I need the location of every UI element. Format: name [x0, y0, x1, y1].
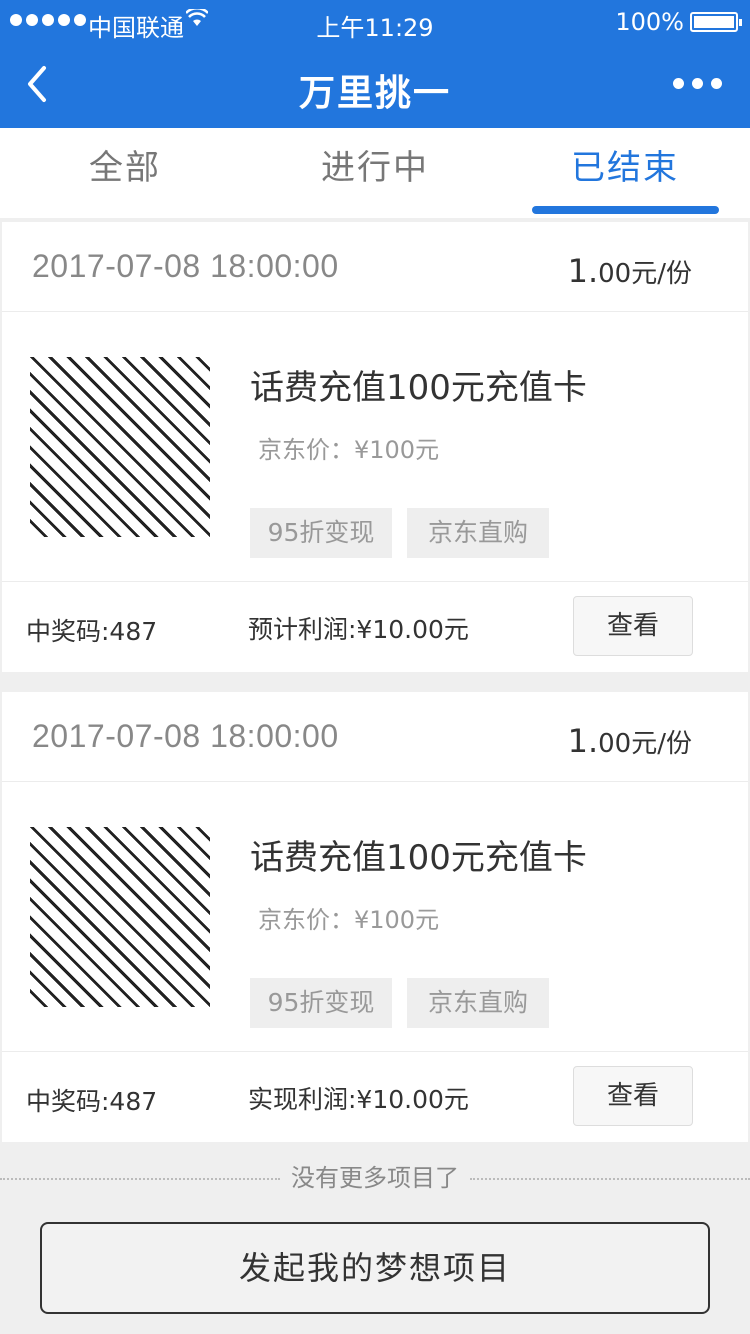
- card-body: 话费充值100元充值卡 京东价：¥100元 95折变现 京东直购: [2, 782, 748, 1052]
- product-name: 话费充值100元充值卡: [250, 838, 587, 878]
- project-card[interactable]: 2017-07-08 18:00:00 1.00元/份 话费充值100元充值卡 …: [2, 222, 748, 672]
- card-body: 话费充值100元充值卡 京东价：¥100元 95折变现 京东直购: [2, 312, 748, 582]
- card-price: 1.00元/份: [567, 252, 692, 290]
- winning-code: 中奖码:487: [26, 1087, 158, 1116]
- tag-discount: 95折变现: [250, 978, 392, 1028]
- profit-text: 预计利润:¥10.00元: [248, 615, 469, 644]
- status-bar: 中国联通 上午11:29 100%: [0, 0, 750, 44]
- view-button[interactable]: 查看: [573, 1066, 693, 1126]
- tab-all[interactable]: 全部: [0, 128, 250, 218]
- filter-tabs: 全部 进行中 已结束: [0, 128, 750, 218]
- view-button[interactable]: 查看: [573, 596, 693, 656]
- card-footer: 中奖码:487 实现利润:¥10.00元 查看: [2, 1052, 748, 1142]
- battery-icon: [690, 12, 742, 32]
- card-footer: 中奖码:487 预计利润:¥10.00元 查看: [2, 582, 748, 672]
- card-date: 2017-07-08 18:00:00: [32, 718, 339, 754]
- profit-text: 实现利润:¥10.00元: [248, 1085, 469, 1114]
- project-card[interactable]: 2017-07-08 18:00:00 1.00元/份 话费充值100元充值卡 …: [2, 692, 748, 1142]
- card-date: 2017-07-08 18:00:00: [32, 248, 339, 284]
- tag-direct-buy: 京东直购: [407, 508, 549, 558]
- product-image: [30, 357, 210, 537]
- dot-icon: [692, 78, 703, 89]
- battery-percentage: 100%: [615, 8, 684, 36]
- tab-ended[interactable]: 已结束: [500, 128, 750, 218]
- no-more-items-text: 没有更多项目了: [0, 1158, 750, 1198]
- tag-direct-buy: 京东直购: [407, 978, 549, 1028]
- jd-price: 京东价：¥100元: [258, 436, 440, 464]
- top-bar: 中国联通 上午11:29 100% 万里挑一: [0, 0, 750, 128]
- card-header: 2017-07-08 18:00:00 1.00元/份: [2, 692, 748, 782]
- product-image: [30, 827, 210, 1007]
- tag-discount: 95折变现: [250, 508, 392, 558]
- navigation-bar: 万里挑一: [0, 44, 750, 128]
- winning-code: 中奖码:487: [26, 617, 158, 646]
- launch-dream-project-button[interactable]: 发起我的梦想项目: [40, 1222, 710, 1314]
- card-price: 1.00元/份: [567, 722, 692, 760]
- product-name: 话费充值100元充值卡: [250, 368, 587, 408]
- dot-icon: [673, 78, 684, 89]
- card-header: 2017-07-08 18:00:00 1.00元/份: [2, 222, 748, 312]
- tab-in-progress[interactable]: 进行中: [250, 128, 500, 218]
- more-options-button[interactable]: [673, 78, 722, 89]
- page-title: 万里挑一: [298, 73, 451, 114]
- jd-price: 京东价：¥100元: [258, 906, 440, 934]
- dot-icon: [711, 78, 722, 89]
